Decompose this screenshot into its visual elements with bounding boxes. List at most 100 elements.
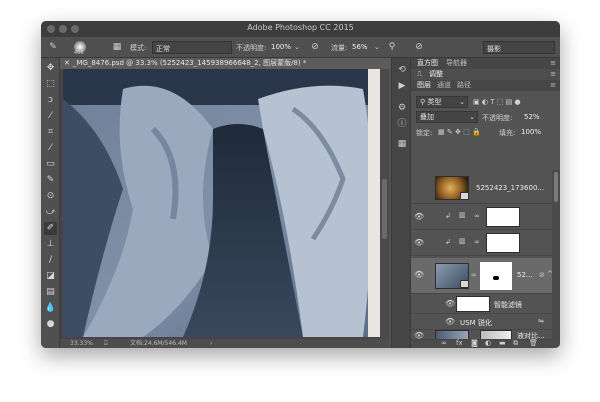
filter-options-icon[interactable]: ⇋	[538, 317, 544, 325]
move-tool-icon[interactable]: ✥	[44, 62, 57, 75]
layers-scrollbar[interactable]	[552, 170, 560, 340]
mode-select[interactable]: 正常	[152, 41, 232, 54]
tab-layers[interactable]: 图层	[417, 80, 431, 91]
tab-channels[interactable]: 通道	[437, 80, 451, 91]
filter-mask-thumbnail[interactable]	[456, 296, 490, 312]
healing-brush-tool-icon[interactable]: ▭	[44, 158, 57, 171]
photo-canvas[interactable]	[63, 69, 380, 337]
mask-link-icon[interactable]: ∞	[474, 238, 480, 246]
flow-value[interactable]: 56%	[352, 43, 368, 51]
crop-tool-icon[interactable]: ⌗	[44, 126, 57, 139]
filter-pixel-icon[interactable]: ▣	[473, 98, 480, 106]
panel-menu-icon[interactable]: ≡	[550, 58, 556, 69]
dodge-tool-icon[interactable]: ●	[44, 318, 57, 331]
pressure-opacity-icon[interactable]: ⊘	[309, 41, 321, 53]
visibility-eye-icon[interactable]: 👁	[414, 212, 424, 221]
tab-navigator[interactable]: 导航器	[446, 58, 467, 69]
zoom-level[interactable]: 33.33%	[70, 339, 93, 348]
active-brush-tool-icon[interactable]: ✐	[44, 222, 57, 235]
brush-panel-toggle-icon[interactable]: ▦	[111, 41, 123, 53]
visibility-eye-icon[interactable]: 👁	[445, 317, 455, 326]
opacity-value[interactable]: 100%	[271, 43, 291, 51]
pressure-size-icon[interactable]: ⊘	[413, 41, 425, 53]
layer-row[interactable]: 5252423_173600...	[411, 172, 552, 204]
canvas-scroll-thumb[interactable]	[382, 179, 387, 239]
smart-filter-row[interactable]: 👁 智能滤镜	[411, 294, 552, 314]
lock-artboard-icon[interactable]: ⬚	[463, 128, 470, 136]
layers-scroll-thumb[interactable]	[554, 172, 558, 202]
fill-value[interactable]: 100%	[521, 128, 541, 136]
layer-row[interactable]: 👁 ↲ ▥ ∞	[411, 204, 552, 230]
layer-mask-thumbnail[interactable]	[486, 207, 520, 227]
filter-adjust-icon[interactable]: ◐	[482, 98, 488, 106]
eyedropper-tool-icon[interactable]: ⁄	[44, 142, 57, 155]
canvas-area[interactable]	[60, 69, 380, 339]
layer-row-selected[interactable]: 👁 ∞ 52... ⊘ ^	[411, 258, 553, 294]
new-adjustment-icon[interactable]: ◐	[485, 339, 491, 347]
new-group-icon[interactable]: ▬	[499, 339, 506, 347]
flow-dropdown-icon[interactable]: ⌄	[374, 43, 380, 51]
canvas-vertical-scrollbar[interactable]	[380, 69, 389, 339]
filter-name[interactable]: USM 锐化	[460, 318, 492, 328]
airbrush-icon[interactable]: ⚲	[386, 41, 398, 53]
delete-layer-icon[interactable]: 🗑	[529, 339, 538, 347]
new-layer-icon[interactable]: ⧉	[513, 339, 518, 348]
properties-icon[interactable]: ⚙	[396, 102, 408, 114]
lock-pixels-icon[interactable]: ✎	[447, 128, 453, 136]
opacity-dropdown-icon[interactable]: ⌄	[294, 43, 300, 51]
mask-link-icon[interactable]: ∞	[474, 212, 480, 220]
tab-paths[interactable]: 路径	[457, 80, 471, 91]
curves-adjust-icon: ▥	[459, 211, 466, 219]
eraser-tool-icon[interactable]: ◪	[44, 270, 57, 283]
lock-transparent-icon[interactable]: ▦	[438, 128, 445, 136]
fx-icon[interactable]: fx	[456, 339, 463, 347]
actions-play-icon[interactable]: ▶	[396, 80, 408, 92]
workspace-select[interactable]: 摄影	[483, 41, 555, 54]
layer-row[interactable]: 👁 ↲ ▥ ∞	[411, 230, 552, 256]
mask-link-icon[interactable]: ∞	[471, 271, 477, 279]
lock-position-icon[interactable]: ✥	[455, 128, 461, 136]
adjust-menu-icon[interactable]: ≡	[550, 69, 556, 80]
filter-type-icon[interactable]: T	[490, 98, 494, 106]
gradient-tool-icon[interactable]: ▤	[44, 286, 57, 299]
layer-kind-filter[interactable]: ⚲ 类型 ⌄	[416, 96, 468, 108]
marquee-tool-icon[interactable]: ⬚	[44, 78, 57, 91]
clone-stamp-tool-icon[interactable]: ⊙	[44, 190, 57, 203]
document-close-icon[interactable]: ✕	[64, 59, 70, 67]
brush-settings-icon[interactable]: ▦	[396, 138, 408, 150]
visibility-eye-icon[interactable]: 👁	[414, 270, 424, 279]
lock-all-icon[interactable]: 🔒	[472, 128, 481, 136]
tab-adjustments[interactable]: 调整	[429, 69, 443, 80]
add-mask-icon[interactable]: ◙	[471, 339, 478, 347]
stamp-tool-icon[interactable]: ⊥	[44, 238, 57, 251]
smudge-tool-icon[interactable]: ∕	[44, 254, 57, 267]
link-layers-icon[interactable]: ∞	[441, 339, 447, 347]
layers-menu-icon[interactable]: ≡	[550, 80, 556, 91]
brush-tool-icon[interactable]: ✎	[47, 41, 59, 53]
document-tab[interactable]: ✕ _MG_8476.psd @ 33.3% (5252423_145938966…	[60, 58, 391, 69]
quick-select-tool-icon[interactable]: ⁄	[44, 110, 57, 123]
blur-tool-icon[interactable]: 💧	[44, 302, 57, 315]
visibility-eye-icon[interactable]: 👁	[414, 238, 424, 247]
info-icon[interactable]: ⓘ	[396, 118, 408, 130]
brush-tool-icon-left[interactable]: ✎	[44, 174, 57, 187]
filter-row[interactable]: 👁 USM 锐化 ⇋	[411, 314, 552, 330]
lasso-tool-icon[interactable]: ↄ	[44, 94, 57, 107]
layer-mask-thumbnail-selected[interactable]	[480, 262, 512, 290]
visibility-eye-icon[interactable]: 👁	[445, 299, 455, 308]
status-menu-arrow-icon[interactable]: ›	[210, 339, 212, 348]
tab-histogram[interactable]: 直方图	[417, 58, 438, 69]
filter-shape-icon[interactable]: ⬚	[497, 98, 504, 106]
history-brush-tool-icon[interactable]: ⤻	[44, 206, 57, 219]
layer-opacity-value[interactable]: 52%	[524, 113, 540, 121]
blend-mode-select[interactable]: 叠加 ⌄	[416, 111, 478, 123]
layer-mask-thumbnail[interactable]	[486, 233, 520, 253]
adjust-panel-tabs: ⎍ 调整 ≡	[411, 69, 560, 80]
filter-toggle-icon[interactable]: ●	[514, 98, 520, 106]
visibility-eye-icon[interactable]: 👁	[414, 331, 424, 339]
history-icon[interactable]: ⟲	[396, 64, 408, 76]
share-icon[interactable]: ⍈	[104, 339, 108, 348]
layer-name[interactable]: 5252423_173600...	[476, 184, 544, 192]
filter-smart-icon[interactable]: ▤	[506, 98, 513, 106]
layer-name[interactable]: 52...	[517, 271, 533, 279]
